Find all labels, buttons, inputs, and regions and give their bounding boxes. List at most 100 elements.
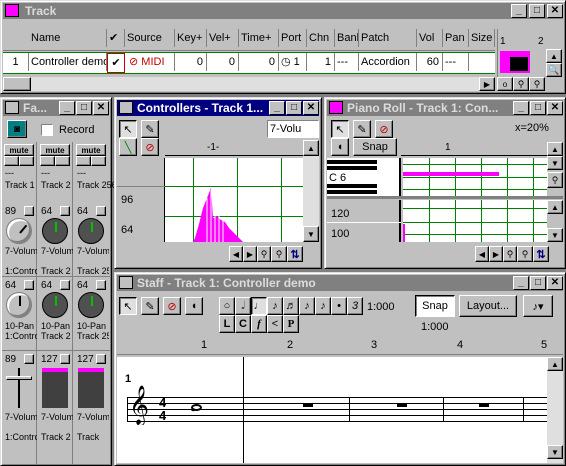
row-name[interactable]: Controller demo	[29, 53, 107, 71]
strip1-arm[interactable]	[19, 156, 34, 166]
note-whole-icon[interactable]: ○	[219, 297, 235, 315]
dyn-button-f[interactable]: f	[251, 315, 267, 333]
track-titlebar[interactable]: Track _ □ ✕	[3, 3, 563, 19]
piano-vzoom-icon[interactable]: ⚲	[547, 172, 563, 188]
vol2-slider-thumb[interactable]	[42, 368, 68, 372]
row-key[interactable]: 0	[175, 53, 207, 71]
staff-erase-tool[interactable]: ⊘	[163, 297, 181, 315]
strip2-mute[interactable]: mute	[40, 144, 70, 156]
pan2-sel[interactable]	[60, 280, 70, 290]
strip3-arm[interactable]	[91, 156, 106, 166]
ctrl-scroll-down[interactable]: ▼	[303, 226, 319, 242]
pan2-knob[interactable]	[42, 292, 68, 318]
staff-score[interactable]: 1 𝄞 4 4 𝅝 ▲ ▼	[117, 357, 563, 463]
note-half-icon[interactable]: 𝅗𝅥	[235, 297, 251, 315]
piano-erase-tool[interactable]: ⊘	[375, 120, 393, 138]
staff-speaker-icon[interactable]: ◖	[185, 297, 203, 315]
record-toggle-icon[interactable]: ◙	[7, 120, 27, 138]
col-pan[interactable]: Pan	[443, 29, 469, 47]
vol2-slider[interactable]	[42, 368, 68, 408]
staff-select-tool[interactable]: ↖	[119, 297, 137, 315]
staff-vscroll[interactable]: ▲ ▼	[547, 357, 563, 463]
col-vel[interactable]: Vel+	[207, 29, 239, 47]
row-vel[interactable]: 0	[207, 53, 239, 71]
note-sixteenth-icon[interactable]: ♬	[283, 297, 299, 315]
ctrl-scroll-right[interactable]: ▶	[243, 246, 257, 262]
track-overview-hscroll-left[interactable]: o	[497, 77, 513, 91]
col-name[interactable]: Name	[29, 29, 107, 47]
vol1-slider-thumb[interactable]	[6, 376, 32, 380]
col-patch[interactable]: Patch	[359, 29, 417, 47]
vol3-slider-thumb[interactable]	[78, 368, 104, 372]
ctrl-zoom-in-icon[interactable]: ⚲	[271, 246, 287, 262]
track-scroll-thumb[interactable]	[3, 77, 31, 91]
track-scroll-right[interactable]: ▶	[479, 77, 495, 91]
strip2-arm[interactable]	[55, 156, 70, 166]
piano-hscroll[interactable]: ◀ ▶ ⚲ ⚲ ⇅	[327, 246, 563, 262]
note-triplet-icon[interactable]: 3	[347, 297, 363, 315]
ctrl-line-tool[interactable]: ╲	[119, 138, 137, 156]
note-dot-icon[interactable]: •	[331, 297, 347, 315]
dyn-button-pedal[interactable]: P	[283, 315, 299, 333]
vel-bar-1[interactable]	[403, 224, 405, 242]
row-check[interactable]: ✔	[107, 53, 125, 73]
track-zoom-out-icon[interactable]: ⚲	[529, 77, 545, 91]
track-row[interactable]: 1 Controller demo ✔ ⊘ MIDI 0 0 0 ◷ 1 1 -…	[3, 52, 495, 74]
strip1-knob[interactable]	[6, 218, 32, 244]
pan3-knob[interactable]	[78, 292, 104, 318]
track-overview[interactable]: 1 2 ▲ 🔍	[497, 29, 563, 77]
controllers-minimize-button[interactable]: _	[269, 101, 285, 115]
maximize-button[interactable]: □	[529, 4, 545, 18]
row-bank[interactable]: ---	[335, 53, 359, 71]
piano-scroll-down[interactable]: ▼	[547, 156, 563, 170]
piano-vel-vscroll[interactable]: ▲ ▼	[547, 200, 563, 242]
staff-close-button[interactable]: ✕	[547, 276, 563, 290]
faders-minimize-button[interactable]: _	[59, 101, 75, 115]
staff-scroll-down[interactable]: ▼	[547, 445, 563, 459]
pan3-sel[interactable]	[96, 280, 106, 290]
faders-titlebar[interactable]: Fa... _ □ ✕	[3, 100, 109, 116]
pan1-knob[interactable]	[6, 292, 32, 318]
controllers-titlebar[interactable]: Controllers - Track 1... _ □ ✕	[117, 100, 319, 116]
controllers-close-button[interactable]: ✕	[303, 101, 319, 115]
dyn-button-c[interactable]: C	[235, 315, 251, 333]
pan1-sel[interactable]	[24, 280, 34, 290]
row-vol[interactable]: 60	[417, 53, 443, 71]
col-source[interactable]: Source	[125, 29, 175, 47]
staff-minimize-button[interactable]: _	[513, 276, 529, 290]
piano-speaker-icon[interactable]: ◖	[331, 138, 349, 156]
note-64th-icon[interactable]: ♪	[315, 297, 331, 315]
vol3-sel[interactable]	[96, 354, 106, 364]
strip1-mute[interactable]: mute	[4, 144, 34, 156]
whole-note[interactable]	[191, 404, 202, 411]
col-bank[interactable]: Bank	[335, 29, 359, 47]
piano-vscroll[interactable]: ▲ ▼ ⚲	[547, 120, 563, 196]
note-eighth-icon[interactable]: ♪	[267, 297, 283, 315]
staff-note-dropdown[interactable]: ♪▾	[523, 295, 553, 317]
piano-vel-scroll-up[interactable]: ▲	[547, 200, 563, 214]
ctrl-vscroll[interactable]: ▲ ▼	[303, 140, 319, 242]
col-vol[interactable]: Vol	[417, 29, 443, 47]
ctrl-vzoom-icon[interactable]: ⇅	[287, 246, 303, 262]
staff-titlebar[interactable]: Staff - Track 1: Controller demo _ □ ✕	[117, 275, 563, 291]
faders-close-button[interactable]: ✕	[93, 101, 109, 115]
piano-zoom-in-icon[interactable]: ⚲	[517, 246, 533, 262]
ctrl-erase-tool[interactable]: ⊘	[141, 138, 159, 156]
strip3-sel[interactable]	[96, 206, 106, 216]
close-button[interactable]: ✕	[547, 4, 563, 18]
strip2-sel[interactable]	[60, 206, 70, 216]
strip2-solo[interactable]	[40, 156, 55, 166]
dyn-button-l[interactable]: L	[219, 315, 235, 333]
piano-note-grid[interactable]	[403, 158, 547, 196]
piano-key-black-4[interactable]	[327, 190, 377, 194]
staff-time-field[interactable]: 1:000	[367, 301, 395, 313]
col-time[interactable]: Time+	[239, 29, 279, 47]
piano-velocity-grid[interactable]	[403, 200, 547, 242]
piano-close-button[interactable]: ✕	[547, 101, 563, 115]
staff-layout-button[interactable]: Layout...	[459, 295, 517, 317]
vol1-sel[interactable]	[24, 354, 34, 364]
piano-note-c6[interactable]	[403, 172, 499, 176]
piano-select-tool[interactable]: ↖	[331, 120, 349, 138]
piano-zoom-out-icon[interactable]: ⚲	[503, 246, 517, 262]
piano-scroll-right[interactable]: ▶	[489, 246, 503, 262]
